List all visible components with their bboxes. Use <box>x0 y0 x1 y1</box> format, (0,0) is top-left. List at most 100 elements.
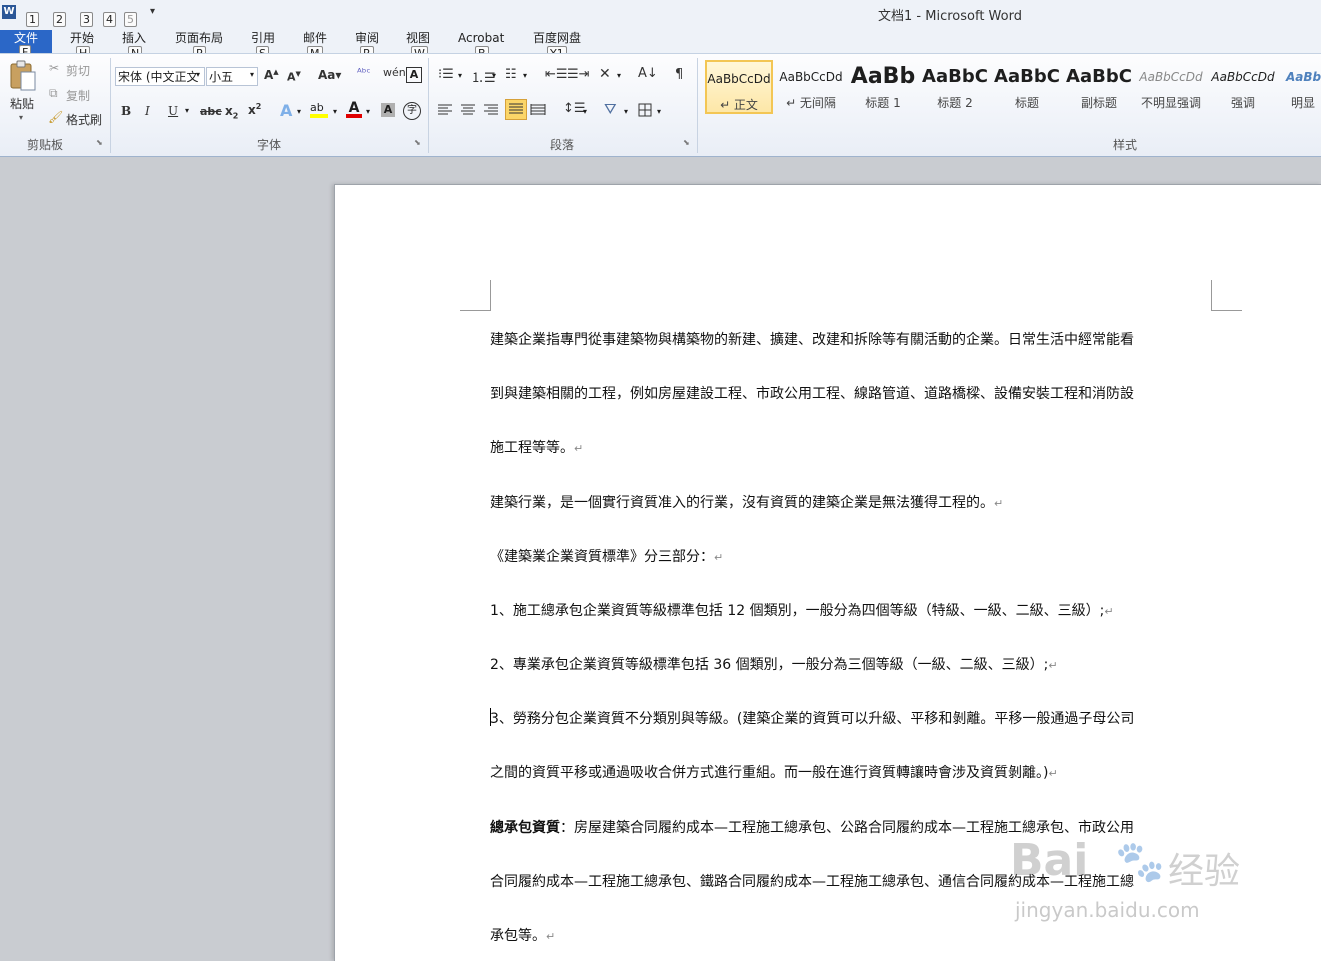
font-launcher-icon[interactable]: ⬊ <box>414 138 421 147</box>
highlight-icon[interactable]: ab <box>310 101 328 119</box>
paste-dropdown-icon[interactable]: ▾ <box>19 113 23 122</box>
character-border-icon[interactable]: A <box>406 67 422 83</box>
style-preview: AaBb <box>1286 70 1321 84</box>
copy-button[interactable]: 复制 <box>66 87 90 104</box>
style-title[interactable]: AaBbC 标题 <box>993 60 1061 114</box>
divider <box>697 58 698 153</box>
phonetic-guide-icon[interactable]: wén <box>383 66 406 79</box>
style-preview: AaBb <box>850 64 916 89</box>
decrease-indent-icon[interactable]: ⇤☰ <box>545 67 568 82</box>
doc-line-6[interactable]: 1、施工總承包企業資質等級標準包括 12 個類別，一般分為四個等級（特級、一級、… <box>490 600 1220 620</box>
qat-keytip-4: 4 <box>103 12 116 27</box>
style-no-spacing[interactable]: AaBbCcDd ↵ 无间隔 <box>777 60 845 114</box>
subscript-icon[interactable]: x2 <box>225 104 238 120</box>
enclose-characters-icon[interactable]: 字 <box>403 102 421 120</box>
numbering-dropdown-icon[interactable]: ▾ <box>492 71 496 80</box>
text-effects-icon[interactable]: A <box>280 101 292 120</box>
style-subtitle[interactable]: AaBbC 副标题 <box>1065 60 1133 114</box>
font-size-dropdown-icon[interactable]: ▾ <box>250 70 254 79</box>
qat-keytip-3: 3 <box>80 12 93 27</box>
highlight-dropdown-icon[interactable]: ▾ <box>333 107 337 116</box>
watermark-url: jingyan.baidu.com <box>1015 898 1200 922</box>
copy-icon[interactable]: ⧉ <box>49 86 58 101</box>
paste-icon[interactable] <box>8 60 38 92</box>
style-name: 标题 2 <box>937 96 973 110</box>
crop-mark-right <box>1211 280 1242 311</box>
increase-indent-icon[interactable]: ☰⇥ <box>567 67 590 82</box>
style-subtle-emphasis[interactable]: AaBbCcDd 不明显强调 <box>1137 60 1205 114</box>
style-name: 明显强 <box>1291 96 1316 114</box>
style-heading-1[interactable]: AaBb 标题 1 <box>849 60 917 114</box>
underline-icon[interactable]: U <box>168 104 178 118</box>
grow-font-icon[interactable]: A▲ <box>264 68 279 82</box>
doc-line-2[interactable]: 到與建築相關的工程，例如房屋建設工程、市政公用工程、線路管道、道路橋樑、設備安裝… <box>490 383 1220 403</box>
font-color-dropdown-icon[interactable]: ▾ <box>366 107 370 116</box>
text-effects-dropdown-icon[interactable]: ▾ <box>297 107 301 116</box>
shading-dropdown-icon[interactable]: ▾ <box>624 107 628 116</box>
bullets-dropdown-icon[interactable]: ▾ <box>458 71 462 80</box>
baidu-jingyan-watermark: Bai 🐾 经验 jingyan.baidu.com <box>1000 820 1260 940</box>
bullets-icon[interactable]: ⁝☰ <box>438 67 454 82</box>
show-hide-marks-icon[interactable]: ¶ <box>675 67 683 82</box>
doc-line-1[interactable]: 建築企業指專門從事建築物與構築物的新建、擴建、改建和拆除等有關活動的企業。日常生… <box>490 329 1220 349</box>
format-painter-button[interactable]: 格式刷 <box>66 111 102 128</box>
font-color-icon[interactable]: A <box>346 100 362 120</box>
clear-formatting-icon[interactable]: ᴬᵇᶜ <box>357 66 371 79</box>
format-painter-icon[interactable]: 🖌 <box>48 110 63 124</box>
clipboard-launcher-icon[interactable]: ⬊ <box>96 138 103 147</box>
italic-icon[interactable]: I <box>145 104 150 118</box>
cut-icon[interactable]: ✂ <box>49 61 59 75</box>
qat-keytip-2: 2 <box>53 12 66 27</box>
chinese-layout-dropdown-icon[interactable]: ▾ <box>617 71 621 80</box>
cut-button[interactable]: 剪切 <box>66 62 90 79</box>
title-bar <box>0 0 1321 30</box>
multilevel-list-dropdown-icon[interactable]: ▾ <box>523 71 527 80</box>
superscript-icon[interactable]: x2 <box>248 102 261 117</box>
doc-line-7[interactable]: 2、專業承包企業資質等級標準包括 36 個類別，一般分為三個等級（一級、二級、三… <box>490 654 1220 674</box>
line-spacing-dropdown-icon[interactable]: ▾ <box>583 107 587 116</box>
customize-qat-icon[interactable]: ▾ <box>150 6 155 17</box>
doc-line-9[interactable]: 之間的資質平移或通過吸收合併方式進行重組。而一般在進行資質轉讓時會涉及資質剝離。… <box>490 762 1220 782</box>
strikethrough-icon[interactable]: abc <box>200 105 222 118</box>
align-left-icon[interactable] <box>437 103 453 117</box>
borders-icon[interactable] <box>638 103 652 117</box>
sort-icon[interactable]: A↓ <box>638 66 658 81</box>
character-shading-icon[interactable]: A <box>381 103 395 117</box>
bold-icon[interactable]: B <box>121 104 131 118</box>
style-preview: AaBbCcDd <box>779 70 843 84</box>
paragraph-launcher-icon[interactable]: ⬊ <box>683 138 690 147</box>
text-cursor <box>490 708 491 726</box>
align-right-icon[interactable] <box>483 103 499 117</box>
borders-dropdown-icon[interactable]: ▾ <box>657 107 661 116</box>
paragraph-mark: ↵ <box>1104 605 1114 618</box>
window-title: 文档1 - Microsoft Word <box>878 9 1022 24</box>
font-name-dropdown-icon[interactable]: ▾ <box>196 70 200 79</box>
chinese-layout-icon[interactable]: ✕ <box>599 66 611 82</box>
paragraph-mark: ↵ <box>546 930 556 943</box>
multilevel-list-icon[interactable]: ☷ <box>505 67 517 82</box>
style-emphasis[interactable]: AaBbCcDd 强调 <box>1209 60 1277 114</box>
underline-dropdown-icon[interactable]: ▾ <box>185 106 189 115</box>
doc-line-3[interactable]: 施工程等等。↵ <box>490 437 1220 457</box>
font-name-combo[interactable]: 宋体 (中文正文 <box>115 67 205 86</box>
style-name: 强调 <box>1230 96 1255 110</box>
paste-button[interactable]: 粘贴 <box>10 95 34 112</box>
distributed-icon[interactable] <box>530 103 546 117</box>
word-app-icon[interactable]: W <box>2 5 16 19</box>
doc-line-8[interactable]: 3、勞務分包企業資質不分類別與等級。(建築企業的資質可以升級、平移和剝離。平移一… <box>490 708 1220 728</box>
style-name: 标题 <box>1014 96 1039 110</box>
style-normal[interactable]: AaBbCcDd ↵ 正文 <box>705 60 773 114</box>
justify-icon[interactable] <box>505 99 527 120</box>
style-intense-emphasis[interactable]: AaBb 明显强 <box>1281 60 1321 114</box>
style-name: ↵ 正文 <box>720 98 758 112</box>
doc-line-5[interactable]: 《建築業企業資質標準》分三部分：↵ <box>490 546 1220 566</box>
shading-icon[interactable]: ⛛ <box>604 100 617 118</box>
doc-line-4[interactable]: 建築行業，是一個實行資質准入的行業，沒有資質的建築企業是無法獲得工程的。↵ <box>490 492 1220 512</box>
bold-term: 總承包資質 <box>490 820 560 836</box>
shrink-font-icon[interactable]: A▼ <box>287 70 301 84</box>
style-preview: AaBbCcDd <box>1211 70 1275 84</box>
align-center-icon[interactable] <box>460 103 476 117</box>
change-case-icon[interactable]: Aa▾ <box>318 68 341 82</box>
style-heading-2[interactable]: AaBbC 标题 2 <box>921 60 989 114</box>
style-preview: AaBbC <box>922 66 988 87</box>
